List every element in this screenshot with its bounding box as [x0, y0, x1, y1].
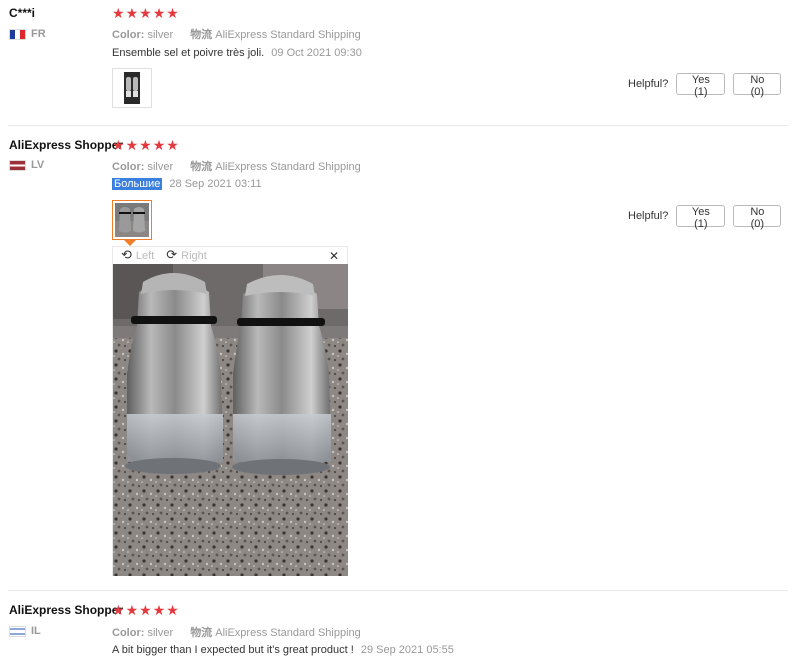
rotate-left-icon[interactable]: ⟲	[121, 248, 132, 263]
reviewer-country: FR	[9, 28, 46, 40]
color-value: silver	[147, 29, 174, 41]
star-icon: ★	[125, 138, 139, 154]
rating-stars: ★ ★ ★ ★ ★	[112, 7, 179, 21]
shipping-method: AliExpress Standard Shipping	[215, 161, 361, 173]
star-icon: ★	[125, 6, 139, 22]
helpful-yes-button[interactable]: Yes (1)	[676, 73, 726, 98]
flag-il-icon	[9, 625, 26, 637]
feedback-text: Большие	[112, 178, 163, 190]
review-date: 09 Oct 2021 09:30	[271, 47, 362, 59]
star-icon: ★	[139, 138, 152, 154]
helpful-no-button[interactable]: No (0)	[733, 73, 782, 98]
review-feedback: A bit bigger than I expected but it's gr…	[112, 644, 454, 656]
star-icon: ★	[166, 138, 179, 154]
color-label: Color:	[112, 29, 145, 41]
helpful-label: Helpful?	[628, 78, 669, 90]
color-label: Color:	[112, 627, 145, 639]
shipping-method: AliExpress Standard Shipping	[215, 627, 361, 639]
feedback-text: Ensemble sel et poivre très joli.	[112, 47, 265, 59]
shipping-label: 物流	[190, 626, 213, 639]
review-meta: Color: silver 物流 AliExpress Standard Shi…	[112, 158, 361, 174]
star-icon: ★	[112, 138, 125, 154]
review-divider	[8, 125, 788, 126]
star-icon: ★	[125, 603, 139, 619]
country-code: IL	[31, 625, 41, 637]
helpful-section: Helpful? Yes (1) No (0)	[628, 205, 782, 230]
color-value: silver	[147, 161, 174, 173]
star-icon: ★	[166, 603, 179, 619]
star-icon: ★	[166, 6, 179, 22]
review-feedback: Большие 28 Sep 2021 03:11	[112, 178, 262, 190]
star-icon: ★	[152, 6, 166, 22]
rotate-left-label[interactable]: Left	[136, 250, 154, 262]
helpful-no-button[interactable]: No (0)	[733, 205, 782, 230]
shipping-label: 物流	[190, 28, 213, 41]
rating-stars: ★ ★ ★ ★ ★	[112, 604, 179, 618]
country-code: LV	[31, 159, 45, 171]
helpful-label: Helpful?	[628, 210, 669, 222]
feedback-text: A bit bigger than I expected but it's gr…	[112, 644, 354, 656]
reviewer-name: AliExpress Shopper	[9, 603, 124, 617]
star-icon: ★	[139, 603, 152, 619]
shipping-label: 物流	[190, 160, 213, 173]
photo-viewer: ⟲ Left ⟳ Right ✕	[112, 246, 348, 576]
color-value: silver	[147, 627, 174, 639]
photo-viewer-image	[113, 264, 348, 576]
close-icon[interactable]: ✕	[329, 249, 339, 263]
flag-fr-icon	[9, 28, 26, 40]
star-icon: ★	[112, 603, 125, 619]
review-meta: Color: silver 物流 AliExpress Standard Shi…	[112, 624, 361, 640]
review-divider	[8, 590, 788, 591]
helpful-yes-button[interactable]: Yes (1)	[676, 205, 726, 230]
star-icon: ★	[112, 6, 125, 22]
review-date: 29 Sep 2021 05:55	[360, 644, 454, 656]
photo-thumbnail-image	[115, 203, 149, 237]
reviewer-name: AliExpress Shopper	[9, 138, 124, 152]
flag-lv-icon	[9, 159, 26, 171]
star-icon: ★	[152, 603, 166, 619]
reviewer-country: LV	[9, 159, 44, 171]
rotate-right-icon[interactable]: ⟳	[166, 248, 177, 263]
country-code: FR	[31, 28, 46, 40]
reviewer-name: C***i	[9, 6, 36, 20]
helpful-section: Helpful? Yes (1) No (0)	[628, 73, 782, 98]
color-label: Color:	[112, 161, 145, 173]
star-icon: ★	[139, 6, 152, 22]
review-photo-thumbnail[interactable]	[112, 200, 152, 240]
shipping-method: AliExpress Standard Shipping	[215, 29, 361, 41]
rating-stars: ★ ★ ★ ★ ★	[112, 139, 179, 153]
review-photo-thumbnail[interactable]	[112, 68, 152, 108]
photo-thumbnail-image	[115, 71, 149, 105]
review-date: 28 Sep 2021 03:11	[169, 178, 262, 190]
review-feedback: Ensemble sel et poivre très joli. 09 Oct…	[112, 47, 362, 59]
rotate-right-label[interactable]: Right	[181, 250, 207, 262]
reviewer-country: IL	[9, 625, 41, 637]
photo-viewer-toolbar: ⟲ Left ⟳ Right ✕	[113, 247, 347, 264]
star-icon: ★	[152, 138, 166, 154]
review-meta: Color: silver 物流 AliExpress Standard Shi…	[112, 26, 361, 42]
